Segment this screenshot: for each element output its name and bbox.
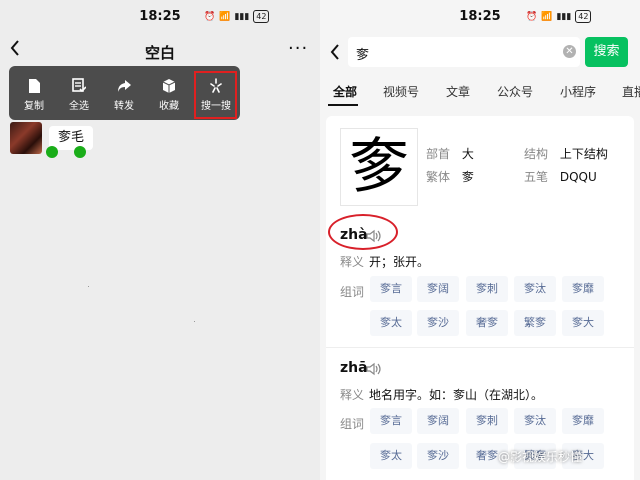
meaning-label: 释义	[340, 388, 365, 402]
wubi: 五笔 DQQU	[524, 168, 597, 185]
pinyin-highlight-circle	[328, 214, 398, 250]
words-label: 组词	[340, 417, 365, 431]
menu-forward[interactable]: 转发	[102, 66, 146, 120]
wifi-icon: 📶	[541, 11, 553, 22]
status-time: 18:25	[139, 9, 181, 24]
traditional: 繁体 奓	[426, 168, 474, 185]
menu-copy-label: 复制	[24, 101, 44, 112]
status-bar: 18:25 ⏰ 📶 ▮▮▮ 42	[0, 0, 320, 34]
menu-copy[interactable]: 复制	[12, 66, 56, 120]
status-icons: ⏰ 📶 ▮▮▮ 42	[526, 10, 592, 23]
status-bar: 18:25 ⏰ 📶 ▮▮▮ 42	[320, 0, 640, 34]
speck	[194, 321, 195, 322]
word-chip[interactable]: 奓言	[370, 276, 412, 302]
structure-value: 上下结构	[559, 147, 608, 161]
select-all-icon	[72, 78, 86, 93]
status-icons: ⏰ 📶 ▮▮▮ 42	[204, 10, 270, 23]
meaning-label: 释义	[340, 255, 365, 269]
active-tab-indicator	[328, 104, 358, 106]
favorite-icon	[162, 79, 176, 93]
menu-select-all-label: 全选	[69, 101, 89, 112]
forward-icon	[118, 80, 131, 92]
tab-channels[interactable]: 视频号	[383, 83, 419, 100]
word-chip[interactable]: 奓汰	[514, 408, 556, 434]
signal-icon: ▮▮▮	[556, 11, 572, 22]
search-input-value: 奓	[356, 48, 370, 63]
copy-icon	[29, 79, 40, 93]
tab-all[interactable]: 全部	[333, 83, 357, 100]
chat-panel: 18:25 ⏰ 📶 ▮▮▮ 42 空白 ··· 复制 全选 转发 收藏 搜一搜 …	[0, 0, 320, 480]
words-label: 组词	[340, 285, 365, 299]
word-chip[interactable]: 奓刺	[466, 408, 508, 434]
word-chip[interactable]: 奓汰	[514, 276, 556, 302]
structure: 结构 上下结构	[524, 145, 608, 162]
search-one-highlight	[194, 71, 237, 119]
tab-mini-programs[interactable]: 小程序	[560, 83, 596, 100]
radical: 部首 大	[426, 145, 474, 162]
traditional-label: 繁体	[426, 170, 451, 184]
watermark: @影视娱乐秒懂	[498, 450, 583, 464]
selection-handle-end[interactable]	[74, 146, 86, 158]
word-chip[interactable]: 奢奓	[466, 310, 508, 336]
clear-icon[interactable]: ✕	[563, 45, 576, 58]
chat-title: 空白	[144, 44, 175, 62]
menu-forward-label: 转发	[114, 101, 134, 112]
word-chip[interactable]: 奓阔	[417, 276, 459, 302]
word-chip[interactable]: 奓沙	[417, 310, 459, 336]
speaker-icon[interactable]	[366, 362, 382, 376]
signal-icon: ▮▮▮	[234, 11, 250, 22]
wubi-label: 五笔	[524, 170, 549, 184]
word-chip[interactable]: 奓靡	[562, 408, 604, 434]
radical-label: 部首	[426, 147, 451, 161]
menu-favorite-label: 收藏	[159, 101, 179, 112]
search-input[interactable]	[348, 37, 580, 67]
character-display: 奓	[340, 128, 418, 206]
search-button[interactable]: 搜索	[585, 37, 628, 67]
menu-favorite[interactable]: 收藏	[147, 66, 191, 120]
tab-live[interactable]: 直播	[622, 83, 640, 100]
word-chip[interactable]: 奓言	[370, 408, 412, 434]
alarm-icon: ⏰	[204, 11, 216, 22]
structure-label: 结构	[524, 147, 549, 161]
alarm-icon: ⏰	[526, 11, 538, 22]
word-chip[interactable]: 奓大	[562, 310, 604, 336]
word-chip[interactable]: 奓沙	[417, 443, 459, 469]
status-time: 18:25	[459, 9, 501, 24]
tab-articles[interactable]: 文章	[446, 83, 470, 100]
divider	[326, 347, 634, 348]
more-icon[interactable]: ···	[288, 38, 308, 59]
menu-select-all[interactable]: 全选	[57, 66, 101, 120]
wifi-icon: 📶	[219, 11, 231, 22]
back-icon[interactable]	[330, 44, 340, 65]
traditional-value: 奓	[461, 170, 474, 184]
avatar[interactable]	[10, 122, 42, 154]
meaning-text: 开；张开。	[369, 255, 430, 269]
word-chip[interactable]: 奓太	[370, 443, 412, 469]
battery-icon: 42	[575, 10, 592, 23]
selection-handle-start[interactable]	[46, 146, 58, 158]
pinyin-reading: zhā	[340, 360, 368, 376]
word-chip[interactable]: 繁奓	[514, 310, 556, 336]
battery-icon: 42	[253, 10, 270, 23]
search-tabs: 全部 视频号 文章 公众号 小程序 直播	[320, 80, 640, 106]
word-chip[interactable]: 奓太	[370, 310, 412, 336]
word-chip[interactable]: 奓刺	[466, 276, 508, 302]
speck	[88, 286, 89, 287]
word-chip[interactable]: 奓阔	[417, 408, 459, 434]
wubi-value: DQQU	[559, 170, 597, 184]
meaning-text: 地名用字。如：奓山（在湖北）。	[369, 388, 544, 402]
radical-value: 大	[461, 147, 474, 161]
tab-official-accounts[interactable]: 公众号	[497, 83, 533, 100]
word-chip[interactable]: 奓靡	[562, 276, 604, 302]
